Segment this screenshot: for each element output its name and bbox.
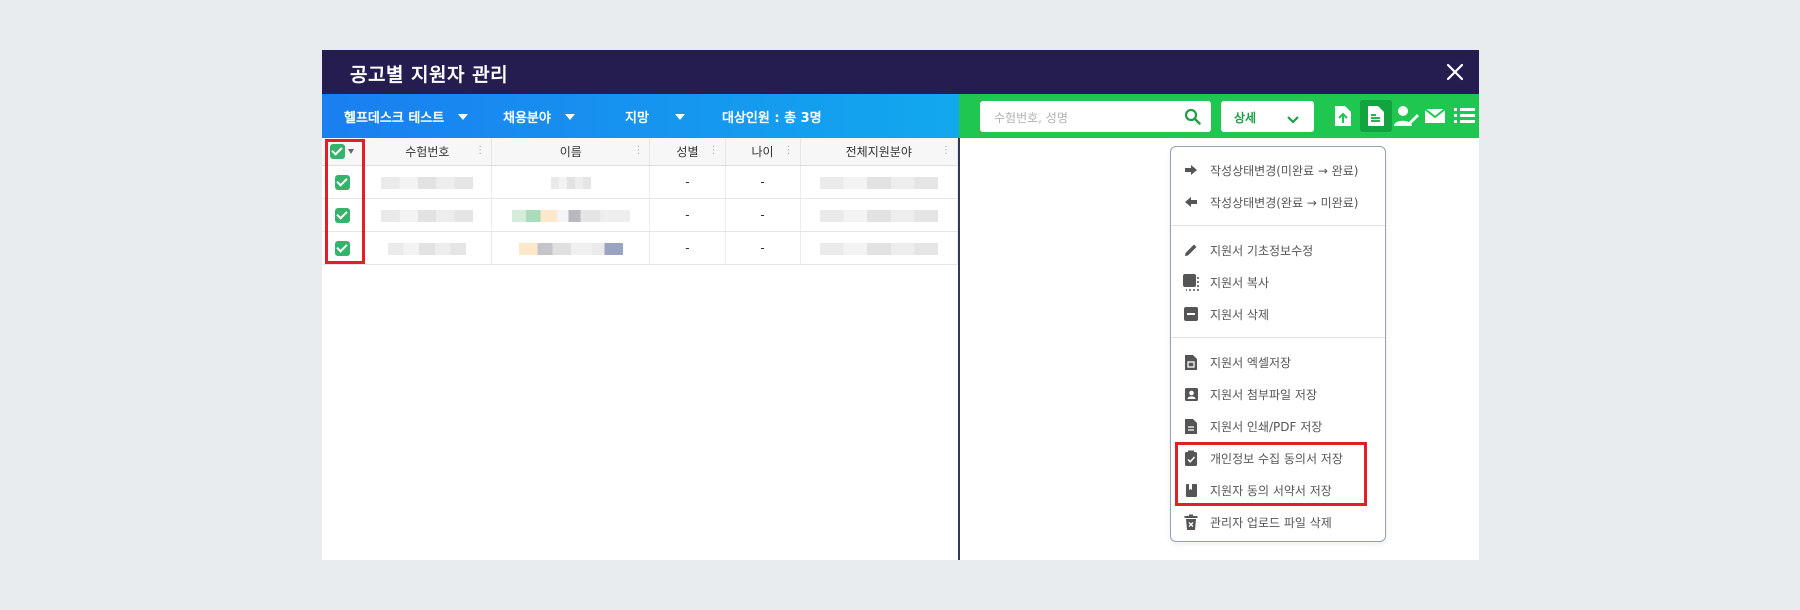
checkbox-highlight-box bbox=[325, 139, 365, 264]
column-header-name[interactable]: 이름 ⋮ bbox=[491, 138, 651, 166]
pencil-icon bbox=[1185, 244, 1197, 256]
title-bar: 공고별 지원자 관리 bbox=[322, 50, 1479, 94]
menu-item-delete-application[interactable]: 지원서 삭제 bbox=[1171, 300, 1385, 328]
arrow-left-icon bbox=[1185, 197, 1197, 207]
redacted-name bbox=[550, 176, 591, 189]
age-cell: - bbox=[725, 198, 801, 232]
menu-item-edit-basic-info[interactable]: 지원서 기초정보수정 bbox=[1171, 236, 1385, 264]
document-icon bbox=[1368, 106, 1384, 126]
chevron-down-icon bbox=[1287, 116, 1299, 124]
user-edit-icon bbox=[1394, 106, 1419, 126]
mail-icon bbox=[1424, 108, 1446, 123]
document-button[interactable] bbox=[1360, 100, 1392, 132]
preference-label: 지망 bbox=[625, 111, 649, 126]
upload-file-icon bbox=[1335, 106, 1351, 126]
column-menu-icon[interactable]: ⋮ bbox=[633, 145, 643, 156]
menu-separator bbox=[1171, 225, 1385, 226]
search-input[interactable] bbox=[992, 108, 1176, 128]
applicant-management-modal: 공고별 지원자 관리 헬프데스크 테스트 채용분야 지망 대상인원 : 총 3명… bbox=[322, 50, 1479, 560]
gender-cell: - bbox=[649, 231, 726, 265]
redacted-fields bbox=[819, 209, 938, 222]
preference-select[interactable]: 지망 bbox=[625, 107, 685, 126]
menu-item-status-complete[interactable]: 작성상태변경(미완료 → 완료) bbox=[1171, 156, 1385, 184]
applicant-grid: 수험번호 ⋮ 이름 ⋮ 성별 ⋮ 나이 ⋮ 전체지원분야 ⋮ - - - - -… bbox=[322, 138, 960, 560]
filter-bar: 헬프데스크 테스트 채용분야 지망 대상인원 : 총 3명 bbox=[322, 94, 959, 138]
gender-cell: - bbox=[649, 198, 726, 232]
menu-item-status-incomplete[interactable]: 작성상태변경(완료 → 미완료) bbox=[1171, 188, 1385, 216]
column-header-gender[interactable]: 성별 ⋮ bbox=[649, 138, 726, 166]
table-row[interactable]: - - bbox=[322, 198, 959, 232]
redacted-exam-number bbox=[388, 242, 467, 255]
detail-dropdown[interactable]: 상세 bbox=[1221, 101, 1314, 132]
column-header-all-fields[interactable]: 전체지원분야 ⋮ bbox=[800, 138, 959, 166]
redacted-fields bbox=[819, 242, 938, 255]
copy-icon bbox=[1183, 274, 1199, 291]
arrow-right-icon bbox=[1185, 165, 1197, 175]
upload-button[interactable] bbox=[1327, 100, 1359, 132]
redacted-exam-number bbox=[381, 176, 474, 189]
excel-file-icon bbox=[1185, 354, 1197, 370]
age-cell: - bbox=[725, 231, 801, 265]
column-header-age[interactable]: 나이 ⋮ bbox=[725, 138, 801, 166]
close-button[interactable] bbox=[1441, 58, 1469, 86]
trash-icon bbox=[1184, 514, 1198, 530]
mail-button[interactable] bbox=[1419, 100, 1451, 132]
menu-item-save-attachments[interactable]: 지원서 첨부파일 저장 bbox=[1171, 380, 1385, 408]
menu-separator bbox=[1171, 337, 1385, 338]
menu-item-excel-export[interactable]: 지원서 엑셀저장 bbox=[1171, 348, 1385, 376]
gender-cell: - bbox=[649, 165, 726, 199]
list-button[interactable] bbox=[1448, 100, 1479, 132]
search-box bbox=[980, 101, 1211, 132]
close-icon bbox=[1446, 63, 1464, 81]
field-label: 채용분야 bbox=[503, 111, 551, 126]
age-cell: - bbox=[725, 165, 801, 199]
redacted-name bbox=[511, 209, 630, 222]
minus-box-icon bbox=[1184, 307, 1198, 321]
print-file-icon bbox=[1185, 418, 1197, 434]
redacted-name bbox=[518, 242, 623, 255]
redacted-fields bbox=[819, 176, 938, 189]
list-icon bbox=[1454, 108, 1475, 123]
table-row[interactable]: - - bbox=[322, 165, 959, 199]
job-posting-label: 헬프데스크 테스트 bbox=[344, 111, 445, 126]
column-menu-icon[interactable]: ⋮ bbox=[941, 145, 951, 156]
column-header-exam-number[interactable]: 수험번호 ⋮ bbox=[363, 138, 493, 166]
consent-items-highlight-box bbox=[1175, 442, 1367, 506]
job-posting-select[interactable]: 헬프데스크 테스트 bbox=[344, 107, 469, 126]
search-icon bbox=[1184, 108, 1201, 125]
menu-item-delete-admin-uploads[interactable]: 관리자 업로드 파일 삭제 bbox=[1171, 508, 1385, 536]
attachment-user-icon bbox=[1184, 387, 1198, 401]
column-menu-icon[interactable]: ⋮ bbox=[784, 145, 794, 156]
field-select[interactable]: 채용분야 bbox=[503, 107, 575, 126]
column-menu-icon[interactable]: ⋮ bbox=[475, 145, 485, 156]
redacted-exam-number bbox=[381, 209, 474, 222]
menu-item-copy-application[interactable]: 지원서 복사 bbox=[1171, 268, 1385, 296]
target-count: 대상인원 : 총 3명 bbox=[722, 111, 822, 126]
menu-item-print-pdf[interactable]: 지원서 인쇄/PDF 저장 bbox=[1171, 412, 1385, 440]
search-button[interactable] bbox=[1184, 108, 1201, 129]
chevron-down-icon bbox=[564, 113, 575, 120]
chevron-down-icon bbox=[458, 113, 469, 120]
window-title: 공고별 지원자 관리 bbox=[350, 64, 509, 86]
detail-dropdown-label: 상세 bbox=[1234, 111, 1257, 125]
context-menu: 작성상태변경(미완료 → 완료) 작성상태변경(완료 → 미완료) 지원서 기초… bbox=[1170, 146, 1386, 542]
action-bar: 상세 bbox=[959, 94, 1479, 138]
chevron-down-icon bbox=[674, 113, 685, 120]
table-row[interactable]: - - bbox=[322, 231, 959, 265]
column-menu-icon[interactable]: ⋮ bbox=[709, 145, 719, 156]
